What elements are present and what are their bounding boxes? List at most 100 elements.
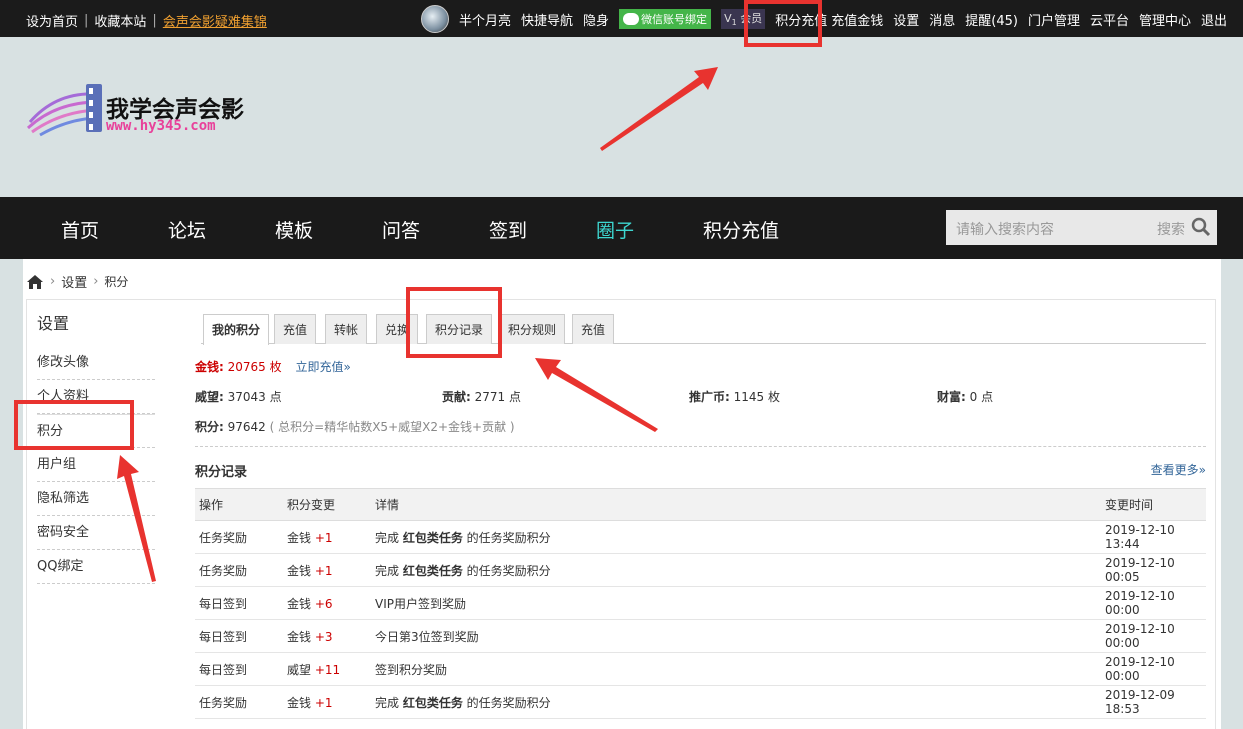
tab-transfer[interactable]: 转帐 [325, 314, 368, 344]
cell-time: 2019-12-10 13:44 [1101, 520, 1206, 554]
total-points: 积分: 97642 ( 总积分=精华帖数X5+威望X2+金钱+贡献 ) [195, 418, 515, 435]
cell-op: 每日签到 [195, 619, 283, 653]
table-row: 任务奖励 金钱 +1 完成 红包类任务 的任务奖励积分 2019-12-10 13:4… [195, 520, 1206, 554]
divider: | [152, 13, 157, 28]
nav-item-forum[interactable]: 论坛 [168, 216, 206, 243]
messages-link[interactable]: 消息 [929, 10, 955, 29]
faq-collection-link[interactable]: 会声会影疑难集锦 [163, 11, 267, 30]
recharge-now-link[interactable]: 立即充值» [295, 360, 350, 374]
nav-item-home[interactable]: 首页 [61, 216, 99, 243]
col-header-op: 操作 [195, 488, 283, 521]
sidebar-item-qq[interactable]: QQ绑定 [37, 550, 155, 584]
detail-pre: 完成 [375, 563, 403, 578]
cell-op: 任务奖励 [195, 685, 283, 719]
bookmark-link[interactable]: 收藏本站 [94, 11, 146, 30]
nav-item-templates[interactable]: 模板 [275, 216, 313, 243]
detail-bold[interactable]: 红包类任务 [403, 696, 463, 710]
change-delta: +11 [314, 662, 341, 677]
divider: | [84, 13, 89, 28]
detail-pre: 今日第3位签到奖励 [375, 629, 479, 644]
main-content: › 设置 › 积分 设置 修改头像 个人资料 积分 用户组 隐私筛选 密码安全 … [23, 259, 1221, 729]
col-header-change: 积分变更 [283, 488, 371, 521]
detail-pre: VIP用户签到奖励 [375, 596, 466, 611]
change-delta: +1 [314, 530, 333, 545]
money-recharge-link[interactable]: 充值金钱 [831, 10, 883, 29]
sidebar-item-usergroup[interactable]: 用户组 [37, 448, 155, 482]
admin-center-link[interactable]: 管理中心 [1139, 10, 1191, 29]
top-bar: 设为首页 | 收藏本站 | 会声会影疑难集锦 半个月亮 快捷导航 隐身 微信账号… [0, 0, 1243, 37]
search-box: 请输入搜索内容 搜索 [946, 210, 1217, 245]
table-row: 每日签到 金钱 +3 今日第3位签到奖励 2019-12-10 00:00 [195, 619, 1206, 653]
detail-pre: 签到积分奖励 [375, 662, 448, 677]
nav-item-points-recharge[interactable]: 积分充值 [703, 216, 779, 243]
cell-time: 2019-12-09 18:53 [1101, 685, 1206, 719]
money-value: 20765 枚 [227, 360, 282, 374]
cell-time: 2019-12-10 00:05 [1101, 553, 1206, 587]
nav-item-circle[interactable]: 圈子 [596, 216, 634, 243]
breadcrumb-points[interactable]: 积分 [104, 273, 128, 290]
cell-time: 2019-12-10 00:00 [1101, 619, 1206, 653]
view-more-link[interactable]: 查看更多» [1151, 461, 1206, 478]
search-button[interactable]: 搜索 [1157, 219, 1185, 239]
cell-change: 金钱 +1 [283, 520, 371, 554]
points-records-table: 操作 积分变更 详情 变更时间 任务奖励 金钱 +1 完成 红包类任务 的任务奖励积… [195, 488, 1206, 719]
search-icon[interactable] [1191, 217, 1211, 237]
settings-panel: 设置 修改头像 个人资料 积分 用户组 隐私筛选 密码安全 QQ绑定 我的积分 … [26, 299, 1216, 729]
avatar[interactable] [421, 5, 450, 33]
reminders-link[interactable]: 提醒(45) [965, 10, 1018, 29]
breadcrumb-settings[interactable]: 设置 [61, 272, 87, 291]
wechat-bind-button[interactable]: 微信账号绑定 [619, 9, 712, 29]
highlight-box-points-log [406, 287, 502, 358]
sidebar-item-avatar[interactable]: 修改头像 [37, 346, 155, 380]
col-header-detail: 详情 [371, 488, 1101, 521]
breadcrumb: › 设置 › 积分 [26, 272, 128, 291]
detail-post: 的任务奖励积分 [462, 530, 551, 545]
highlight-box-points-sidebar [14, 400, 134, 450]
site-header: 我学会声会影 www.hy345.com [0, 37, 1243, 197]
detail-post: 的任务奖励积分 [462, 563, 551, 578]
sidebar-item-privacy[interactable]: 隐私筛选 [37, 482, 155, 516]
sidebar-item-password[interactable]: 密码安全 [37, 516, 155, 550]
cell-detail: VIP用户签到奖励 [371, 586, 1101, 620]
detail-bold[interactable]: 红包类任务 [403, 531, 463, 545]
change-type: 金钱 [287, 629, 312, 644]
quick-nav-link[interactable]: 快捷导航 [521, 10, 573, 29]
logout-link[interactable]: 退出 [1201, 10, 1227, 29]
table-row: 任务奖励 金钱 +1 完成 红包类任务 的任务奖励积分 2019-12-10 00:0… [195, 553, 1206, 587]
detail-bold[interactable]: 红包类任务 [403, 564, 463, 578]
search-input[interactable]: 请输入搜索内容 [956, 219, 1054, 239]
logo-url: www.hy345.com [106, 118, 216, 134]
tab-recharge[interactable]: 充值 [274, 314, 317, 344]
nav-item-qa[interactable]: 问答 [382, 216, 420, 243]
stat-value: 1145 枚 [733, 390, 780, 404]
total-label: 积分: [195, 420, 224, 434]
change-delta: +1 [314, 695, 333, 710]
table-row: 每日签到 金钱 +6 VIP用户签到奖励 2019-12-10 00:00 [195, 586, 1206, 620]
site-logo[interactable]: 我学会声会影 www.hy345.com [26, 82, 256, 137]
cell-op: 任务奖励 [195, 520, 283, 554]
username-link[interactable]: 半个月亮 [459, 10, 511, 29]
tab-my-points[interactable]: 我的积分 [203, 314, 270, 345]
set-homepage-link[interactable]: 设为首页 [26, 11, 78, 30]
money-label: 金钱: [195, 360, 224, 374]
chevron-right-icon: › [93, 274, 99, 289]
records-section-header: 积分记录 查看更多» [195, 446, 1206, 482]
change-delta: +1 [314, 563, 333, 578]
nav-item-checkin[interactable]: 签到 [489, 216, 527, 243]
cell-detail: 签到积分奖励 [371, 652, 1101, 686]
tab-points-rules[interactable]: 积分规则 [499, 314, 566, 344]
stat-prestige: 威望: 37043 点 [195, 388, 282, 405]
records-title: 积分记录 [195, 465, 248, 480]
cell-detail: 完成 红包类任务 的任务奖励积分 [371, 520, 1101, 554]
invisible-link[interactable]: 隐身 [583, 10, 609, 29]
cell-detail: 今日第3位签到奖励 [371, 619, 1101, 653]
tab-recharge-2[interactable]: 充值 [572, 314, 615, 344]
portal-admin-link[interactable]: 门户管理 [1028, 10, 1080, 29]
home-icon[interactable] [26, 274, 44, 290]
change-delta: +6 [314, 596, 333, 611]
total-value: 97642 [227, 420, 266, 434]
detail-post: 的任务奖励积分 [462, 695, 551, 710]
settings-link[interactable]: 设置 [893, 10, 919, 29]
cell-detail: 完成 红包类任务 的任务奖励积分 [371, 553, 1101, 587]
cloud-platform-link[interactable]: 云平台 [1090, 10, 1129, 29]
